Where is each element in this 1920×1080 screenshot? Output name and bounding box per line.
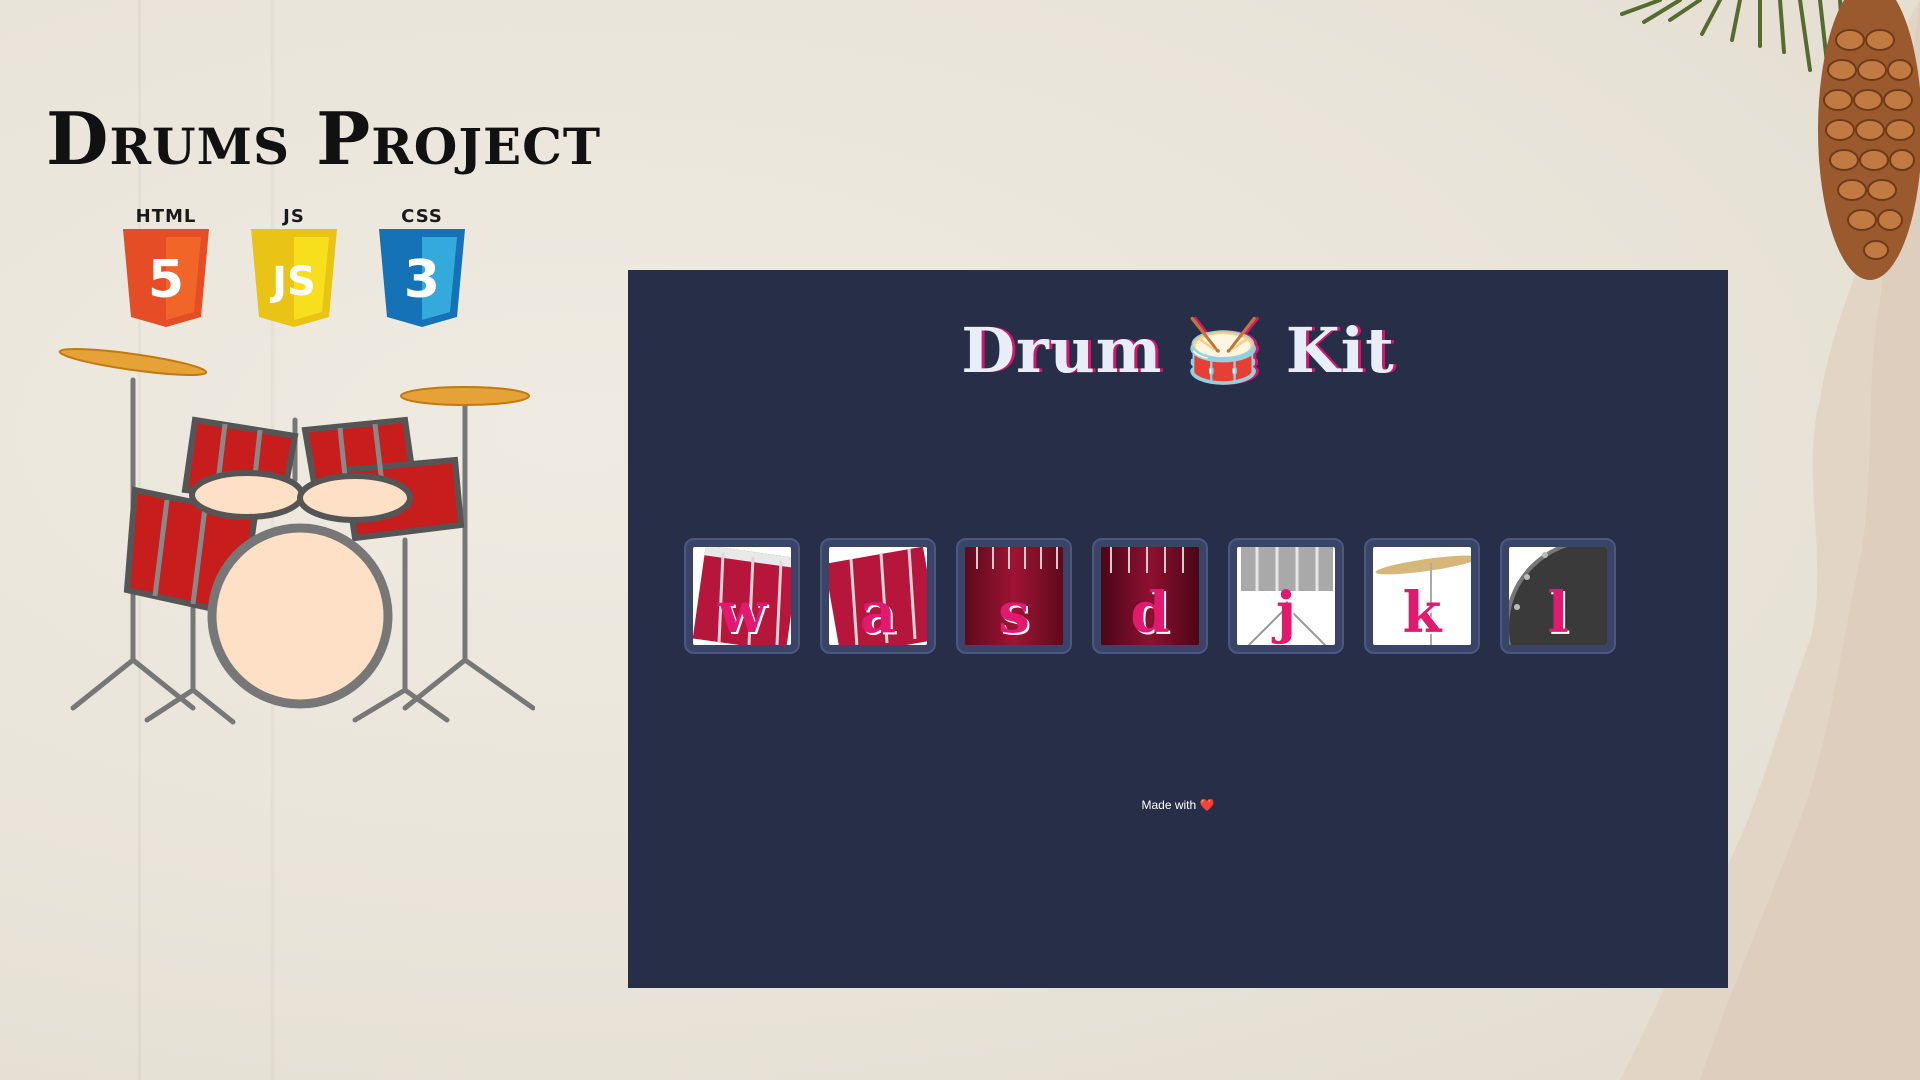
footer: Made with ❤️ (628, 798, 1728, 812)
snare-stand-icon: j (1237, 547, 1335, 645)
drum-button-w[interactable]: w (684, 538, 800, 654)
css-badge: 3 (404, 250, 440, 310)
drum-key-label: j (1275, 580, 1297, 645)
drum-button-d[interactable]: d (1092, 538, 1208, 654)
tom-drum-icon: w (693, 547, 791, 645)
html5-logo: HTML 5 (122, 206, 210, 327)
drum-key-label: d (1130, 580, 1170, 645)
tom-drum-icon: a (829, 547, 927, 645)
js-badge: JS (269, 259, 316, 305)
bass-drum-icon: d (1101, 547, 1199, 645)
footer-text: Made with (1141, 798, 1197, 812)
drum-set-illustration (58, 348, 535, 725)
drum-key-label: a (859, 580, 897, 645)
page-title: Drums Project (46, 96, 602, 181)
kick-drum-icon: l (1509, 547, 1607, 645)
drum-buttons: w a s d j k l (684, 538, 1616, 654)
js-logo: JS JS (250, 206, 338, 327)
drum-button-s[interactable]: s (956, 538, 1072, 654)
css3-logo: CSS 3 (378, 206, 466, 327)
tech-logos: HTML 5 JS JS CSS 3 (122, 206, 466, 327)
html-badge: 5 (148, 250, 184, 310)
drum-key-label: s (998, 580, 1030, 645)
js-label: JS (283, 206, 305, 227)
snare-drum-icon: s (965, 547, 1063, 645)
drum-key-label: l (1547, 580, 1569, 645)
app-title: Drum 🥁 Kit (628, 314, 1728, 388)
js-shield-icon: JS (251, 229, 337, 327)
drum-button-j[interactable]: j (1228, 538, 1344, 654)
cymbal-icon: k (1373, 547, 1471, 645)
drum-button-a[interactable]: a (820, 538, 936, 654)
drum-button-l[interactable]: l (1500, 538, 1616, 654)
drum-emoji-icon: 🥁 (1184, 314, 1264, 387)
css3-shield-icon: 3 (379, 229, 465, 327)
drum-button-k[interactable]: k (1364, 538, 1480, 654)
app-title-right: Kit (1285, 314, 1395, 387)
drum-key-label: w (717, 580, 767, 645)
app-title-left: Drum (961, 314, 1163, 387)
drum-kit-app: Drum 🥁 Kit w a s d j k l Made with ❤️ (628, 270, 1728, 988)
css-label: CSS (401, 206, 443, 227)
drum-key-label: k (1402, 580, 1442, 645)
html-label: HTML (135, 206, 197, 227)
html5-shield-icon: 5 (123, 229, 209, 327)
heart-icon: ❤️ (1199, 798, 1215, 812)
